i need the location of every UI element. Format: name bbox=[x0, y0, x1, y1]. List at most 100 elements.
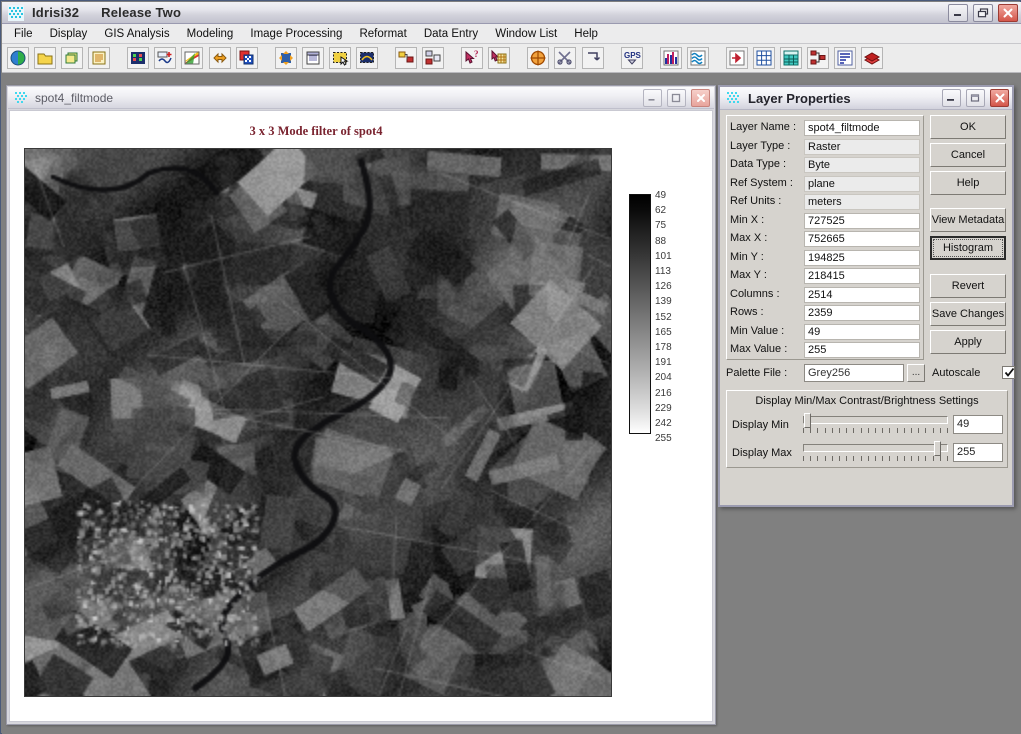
restore-button[interactable] bbox=[972, 4, 993, 22]
close-button[interactable] bbox=[998, 4, 1018, 22]
dialog-button-cancel[interactable]: Cancel bbox=[930, 143, 1006, 167]
field-value[interactable]: Byte bbox=[804, 157, 920, 173]
table-icon[interactable] bbox=[780, 47, 803, 69]
main-window-frame: Idrisi32 Release Two File Display GIS Ana… bbox=[0, 0, 1021, 734]
dialog-restore-button[interactable] bbox=[965, 89, 985, 107]
layer-properties-icon[interactable] bbox=[88, 47, 111, 69]
menu-gis-analysis[interactable]: GIS Analysis bbox=[97, 24, 176, 44]
add-layer-icon[interactable] bbox=[61, 47, 84, 69]
zoom-window-icon[interactable] bbox=[274, 47, 297, 69]
minimize-button[interactable] bbox=[947, 4, 968, 22]
field-value[interactable]: 2359 bbox=[804, 305, 920, 321]
field-label: Max Y : bbox=[730, 269, 767, 281]
field-value[interactable]: 752665 bbox=[804, 231, 920, 247]
field-row: Max Value : 255 bbox=[730, 342, 922, 359]
palette-rainbow-icon[interactable] bbox=[181, 47, 204, 69]
dialog-minimize-button[interactable] bbox=[941, 89, 961, 107]
field-label: Data Type : bbox=[730, 158, 787, 170]
app-name: Idrisi32 bbox=[32, 5, 80, 20]
image-window-controls bbox=[641, 89, 710, 107]
image-minimize-button[interactable] bbox=[642, 89, 662, 107]
collection-icon[interactable] bbox=[861, 47, 884, 69]
vector-point-edit-icon[interactable] bbox=[154, 47, 177, 69]
slider-rail bbox=[803, 444, 948, 452]
histogram-icon[interactable] bbox=[659, 47, 682, 69]
database-grid-icon[interactable] bbox=[753, 47, 775, 69]
field-value[interactable]: spot4_filtmode bbox=[804, 120, 920, 136]
pan-icon[interactable] bbox=[355, 47, 378, 69]
feature-properties-icon[interactable] bbox=[395, 47, 417, 69]
display-launcher-icon[interactable] bbox=[7, 47, 29, 69]
menu-reformat[interactable]: Reformat bbox=[352, 24, 413, 44]
measure-icon[interactable] bbox=[554, 47, 577, 69]
dialog-button-apply[interactable]: Apply bbox=[930, 330, 1006, 354]
menu-data-entry[interactable]: Data Entry bbox=[417, 24, 485, 44]
field-row: Min X : 727525 bbox=[730, 212, 922, 230]
field-value[interactable]: 2514 bbox=[804, 286, 920, 303]
relation-icon[interactable] bbox=[807, 47, 830, 69]
composer-icon[interactable] bbox=[127, 47, 150, 69]
field-value[interactable]: 255 bbox=[804, 342, 920, 358]
legend-list-icon[interactable] bbox=[834, 47, 857, 69]
overlay-icon[interactable] bbox=[235, 47, 258, 69]
field-label: Max Value : bbox=[730, 343, 788, 355]
legend-label: 204 bbox=[655, 372, 672, 384]
slider-value-input[interactable]: 255 bbox=[953, 443, 1003, 462]
satellite-raster-canvas[interactable] bbox=[25, 149, 611, 696]
menu-window-list[interactable]: Window List bbox=[488, 24, 564, 44]
image-window-title-bar[interactable]: spot4_filtmode bbox=[8, 87, 714, 109]
field-value[interactable]: Raster bbox=[804, 138, 920, 155]
field-value[interactable]: 194825 bbox=[804, 249, 920, 266]
slider-thumb[interactable] bbox=[804, 413, 812, 428]
slider-value-input[interactable]: 49 bbox=[953, 415, 1003, 434]
layer-properties-dialog: Layer Properties Layer Name: spot4_filt… bbox=[718, 85, 1015, 507]
dialog-button-ok[interactable]: OK bbox=[930, 115, 1006, 139]
field-value[interactable]: 49 bbox=[804, 323, 920, 340]
slider-track[interactable] bbox=[803, 413, 948, 437]
field-row: Min Y : 194825 bbox=[730, 249, 922, 267]
dialog-body: Layer Name : spot4_filtmode Layer Type : Ra… bbox=[720, 110, 1015, 506]
image-close-button[interactable] bbox=[691, 89, 710, 107]
legend-label: 152 bbox=[655, 311, 672, 323]
place-marker-icon[interactable] bbox=[527, 47, 550, 69]
dialog-button-save-changes[interactable]: Save Changes bbox=[930, 302, 1006, 326]
menu-image-processing[interactable]: Image Processing bbox=[243, 24, 349, 44]
restore-window-icon[interactable] bbox=[301, 47, 324, 69]
raster-image-display[interactable] bbox=[24, 148, 612, 697]
menu-modeling[interactable]: Modeling bbox=[180, 24, 241, 44]
menu-help[interactable]: Help bbox=[567, 24, 605, 44]
field-value[interactable]: 218415 bbox=[804, 268, 920, 284]
dialog-button-revert[interactable]: Revert bbox=[930, 274, 1006, 298]
field-value[interactable]: 727525 bbox=[804, 212, 920, 229]
query-table-icon[interactable] bbox=[488, 47, 511, 69]
dialog-title-bar[interactable]: Layer Properties bbox=[720, 87, 1012, 110]
legend-label: 216 bbox=[655, 387, 672, 399]
dialog-button-view-metadata[interactable]: View Metadata bbox=[930, 208, 1006, 232]
field-value[interactable]: meters bbox=[804, 194, 920, 210]
swap-arrows-icon[interactable] bbox=[208, 47, 231, 69]
svg-text:GPS: GPS bbox=[624, 51, 641, 60]
dialog-button-help[interactable]: Help bbox=[930, 171, 1006, 195]
menu-display[interactable]: Display bbox=[43, 24, 95, 44]
field-row: Rows : 2359 bbox=[730, 305, 922, 322]
profile-icon[interactable] bbox=[686, 47, 709, 69]
open-layer-icon[interactable] bbox=[34, 47, 57, 69]
select-rectangle-icon[interactable] bbox=[328, 47, 351, 69]
autoscale-checkbox[interactable] bbox=[1002, 366, 1015, 379]
digitize-icon[interactable] bbox=[581, 47, 604, 69]
palette-file-input[interactable]: Grey256 bbox=[804, 364, 904, 382]
dialog-close-button[interactable] bbox=[990, 89, 1009, 107]
image-maximize-button[interactable] bbox=[666, 89, 686, 107]
field-value[interactable]: plane bbox=[804, 175, 920, 192]
query-cursor-icon[interactable]: ? bbox=[461, 47, 484, 69]
gps-icon[interactable]: GPS bbox=[620, 47, 643, 69]
legend-value-labels: 49 62 75 88 101 113 126 139 152 165 178 191 204 216 22… bbox=[655, 188, 685, 448]
dialog-button-histogram[interactable]: Histogram bbox=[930, 236, 1006, 260]
menu-file[interactable]: File bbox=[7, 24, 40, 44]
group-link-icon[interactable] bbox=[422, 47, 445, 69]
slider-thumb[interactable] bbox=[934, 441, 942, 456]
palette-browse-button[interactable]: ... bbox=[907, 364, 925, 382]
slider-track[interactable] bbox=[803, 441, 948, 465]
import-icon[interactable] bbox=[725, 47, 748, 69]
legend-label: 178 bbox=[655, 342, 672, 353]
